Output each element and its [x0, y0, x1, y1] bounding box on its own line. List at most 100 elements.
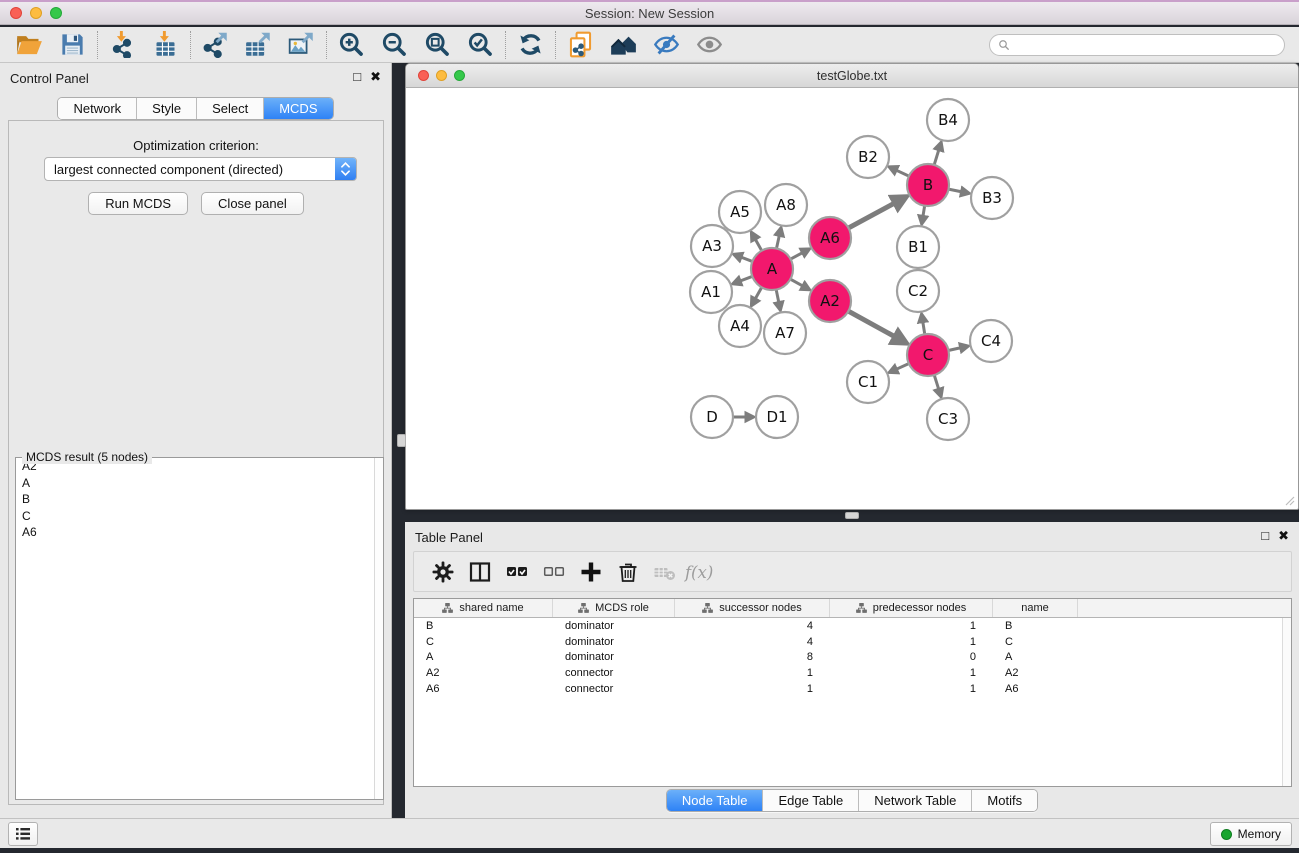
zoom-fit-button[interactable] — [416, 29, 459, 61]
table-cell[interactable]: A2 — [993, 667, 1078, 679]
zoom-out-button[interactable] — [373, 29, 416, 61]
table-cell[interactable]: 4 — [675, 620, 830, 632]
export-network-button[interactable] — [194, 29, 237, 61]
graph-edge-A6-B[interactable] — [847, 202, 898, 229]
zoom-in-button[interactable] — [330, 29, 373, 61]
table-cell[interactable]: A6 — [414, 683, 553, 695]
table-cell[interactable]: dominator — [553, 651, 675, 663]
table-cell[interactable]: A — [414, 651, 553, 663]
import-network-button[interactable] — [101, 29, 144, 61]
tab-style[interactable]: Style — [136, 98, 196, 119]
add-column-button[interactable] — [572, 555, 609, 589]
table-row[interactable]: Bdominator41B — [414, 618, 1291, 634]
graph-node-B2[interactable]: B2 — [847, 136, 889, 178]
mcds-result-item[interactable]: C — [16, 508, 383, 525]
graph-node-D[interactable]: D — [691, 396, 733, 438]
float-panel-icon[interactable]: □ — [353, 69, 361, 85]
table-options-gear-button[interactable] — [424, 555, 461, 589]
task-history-button[interactable] — [8, 822, 38, 846]
table-cell[interactable]: B — [993, 620, 1078, 632]
export-table-button[interactable] — [237, 29, 280, 61]
graph-node-B[interactable]: B — [907, 164, 949, 206]
table-cell[interactable]: 1 — [830, 683, 993, 695]
search-input[interactable] — [1015, 38, 1276, 52]
hide-labels-button[interactable] — [645, 29, 688, 61]
column-header-predecessor-nodes[interactable]: predecessor nodes — [830, 599, 993, 617]
table-cell[interactable]: 1 — [675, 683, 830, 695]
delete-column-button[interactable] — [609, 555, 646, 589]
table-row[interactable]: A6connector11A6 — [414, 681, 1291, 697]
tab-motifs[interactable]: Motifs — [971, 790, 1037, 811]
table-cell[interactable]: A — [993, 651, 1078, 663]
graph-node-C4[interactable]: C4 — [970, 320, 1012, 362]
table-cell[interactable]: 1 — [830, 636, 993, 648]
table-row[interactable]: A2connector11A2 — [414, 665, 1291, 681]
close-panel-button[interactable]: Close panel — [201, 192, 304, 215]
mcds-result-list[interactable]: A2ABCA6 — [16, 458, 383, 799]
table-cell[interactable]: dominator — [553, 620, 675, 632]
table-cell[interactable]: 1 — [675, 667, 830, 679]
table-cell[interactable]: B — [414, 620, 553, 632]
table-cell[interactable]: 8 — [675, 651, 830, 663]
table-cell[interactable]: A2 — [414, 667, 553, 679]
tab-network[interactable]: Network — [58, 98, 136, 119]
refresh-layout-button[interactable] — [509, 29, 552, 61]
graph-edge-A2-C[interactable] — [847, 310, 898, 338]
graph-node-B4[interactable]: B4 — [927, 99, 969, 141]
close-panel-icon[interactable]: ✖ — [1278, 528, 1289, 544]
horizontal-splitter-handle[interactable] — [845, 512, 859, 519]
show-eye-button[interactable] — [688, 29, 731, 61]
result-scrollbar[interactable] — [374, 458, 383, 799]
network-canvas[interactable]: B4B2BB3A8A5A6A3B1AA1C2A2A4A7C4CC1DD1C3 — [407, 88, 1297, 508]
graph-node-A6[interactable]: A6 — [809, 217, 851, 259]
criterion-dropdown[interactable]: largest connected component (directed) — [44, 157, 357, 181]
table-cell[interactable]: 1 — [830, 620, 993, 632]
table-cell[interactable]: connector — [553, 667, 675, 679]
clone-network-button[interactable] — [559, 29, 602, 61]
select-all-rows-button[interactable] — [498, 555, 535, 589]
mcds-result-item[interactable]: A — [16, 475, 383, 492]
column-header-shared-name[interactable]: shared name — [414, 599, 553, 617]
graph-node-A3[interactable]: A3 — [691, 225, 733, 267]
graph-node-A4[interactable]: A4 — [719, 305, 761, 347]
table-cell[interactable]: C — [993, 636, 1078, 648]
home-pages-button[interactable] — [602, 29, 645, 61]
close-panel-icon[interactable]: ✖ — [370, 69, 381, 85]
tab-select[interactable]: Select — [196, 98, 263, 119]
graph-node-B3[interactable]: B3 — [971, 177, 1013, 219]
graph-node-C3[interactable]: C3 — [927, 398, 969, 440]
table-cell[interactable]: 4 — [675, 636, 830, 648]
vertical-splitter-handle[interactable] — [397, 434, 406, 447]
graph-node-A5[interactable]: A5 — [719, 191, 761, 233]
table-cell[interactable]: C — [414, 636, 553, 648]
table-cell[interactable]: dominator — [553, 636, 675, 648]
table-row[interactable]: Adominator80A — [414, 650, 1291, 666]
graph-node-C[interactable]: C — [907, 334, 949, 376]
graph-node-A[interactable]: A — [751, 248, 793, 290]
graph-node-A8[interactable]: A8 — [765, 184, 807, 226]
table-scrollbar[interactable] — [1282, 618, 1291, 786]
graph-node-A1[interactable]: A1 — [690, 271, 732, 313]
network-window-titlebar[interactable]: testGlobe.txt — [406, 64, 1298, 88]
run-mcds-button[interactable]: Run MCDS — [88, 192, 188, 215]
save-button[interactable] — [51, 29, 94, 61]
table-cell[interactable]: 1 — [830, 667, 993, 679]
zoom-selected-button[interactable] — [459, 29, 502, 61]
graph-node-B1[interactable]: B1 — [897, 226, 939, 268]
deselect-all-rows-button[interactable] — [535, 555, 572, 589]
tab-edge-table[interactable]: Edge Table — [762, 790, 858, 811]
table-cell[interactable]: A6 — [993, 683, 1078, 695]
tab-mcds[interactable]: MCDS — [263, 98, 332, 119]
search-field[interactable] — [989, 34, 1285, 56]
column-header-MCDS-role[interactable]: MCDS role — [553, 599, 675, 617]
open-folder-button[interactable] — [8, 29, 51, 61]
table-cell[interactable]: connector — [553, 683, 675, 695]
export-image-button[interactable] — [280, 29, 323, 61]
memory-button[interactable]: Memory — [1210, 822, 1292, 846]
tab-node-table[interactable]: Node Table — [667, 790, 763, 811]
resize-grip-icon[interactable] — [1283, 494, 1295, 506]
column-visibility-button[interactable] — [461, 555, 498, 589]
graph-node-A2[interactable]: A2 — [809, 280, 851, 322]
column-header-name[interactable]: name — [993, 599, 1078, 617]
float-panel-icon[interactable]: □ — [1261, 528, 1269, 544]
